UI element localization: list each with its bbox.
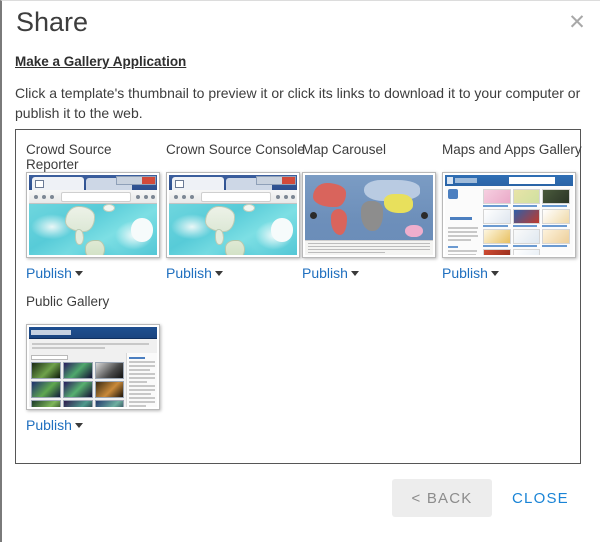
thumbnail-art (305, 175, 433, 255)
apps-gallery-art (445, 175, 573, 255)
chevron-down-icon (351, 271, 359, 276)
world-map-thumbnail[interactable] (302, 172, 436, 258)
publish-dropdown-5[interactable]: Publish (26, 417, 83, 433)
world-map-art (305, 175, 433, 255)
browser-tab-art (172, 177, 224, 190)
back-button[interactable]: < BACK (392, 479, 492, 517)
chevron-down-icon (75, 423, 83, 428)
window-controls-art (256, 176, 296, 185)
carousel-prev-arrow-art (310, 212, 317, 219)
browser-titlebar-art (169, 175, 297, 190)
landsat-grid-art (29, 353, 126, 407)
publish-label: Publish (166, 265, 212, 281)
landsat-subtext-art (29, 339, 157, 353)
browser-toolbar-art (169, 190, 297, 204)
close-x-icon[interactable]: ✕ (564, 9, 590, 35)
thumbnail-art (169, 175, 297, 255)
templates-panel: Crowd Source Reporter (15, 129, 581, 464)
publish-label: Publish (26, 417, 72, 433)
landsat-sidebar-art (126, 353, 157, 407)
publish-label: Publish (302, 265, 348, 281)
close-button[interactable]: CLOSE (512, 479, 569, 517)
share-dialog: Share ✕ Make a Gallery Application Click… (0, 0, 600, 542)
publish-dropdown-3[interactable]: Publish (302, 265, 359, 281)
map-preview-art (169, 204, 297, 255)
browser-map-thumbnail[interactable] (26, 172, 160, 258)
template-title: Maps and Apps Gallery (442, 140, 582, 172)
template-card-grid: Crowd Source Reporter (16, 130, 580, 463)
browser-map-thumbnail[interactable] (166, 172, 300, 258)
template-card-crowd-source-reporter[interactable]: Crowd Source Reporter (26, 140, 166, 283)
template-title: Map Carousel (302, 140, 442, 172)
landsat-gallery-thumbnail[interactable] (26, 324, 160, 410)
intro-instructions: Click a template's thumbnail to preview … (15, 83, 593, 123)
map-preview-art (29, 204, 157, 255)
chevron-down-icon (75, 271, 83, 276)
browser-tab-art (32, 177, 84, 190)
template-card-map-carousel[interactable]: Map Carousel (302, 140, 442, 283)
publish-label: Publish (442, 265, 488, 281)
landsat-header-art (29, 327, 157, 339)
chevron-down-icon (215, 271, 223, 276)
template-card-maps-and-apps-gallery[interactable]: Maps and Apps Gallery (442, 140, 582, 283)
apps-gallery-thumbnail[interactable] (442, 172, 576, 258)
carousel-caption-art (305, 240, 433, 255)
template-card-crown-source-console[interactable]: Crown Source Console (166, 140, 306, 283)
chevron-down-icon (491, 271, 499, 276)
carousel-next-arrow-art (421, 212, 428, 219)
gallery-sidebar-art (445, 186, 483, 255)
thumbnail-art (445, 175, 573, 255)
template-title: Crowd Source Reporter (26, 140, 166, 172)
thumbnail-art (29, 327, 157, 407)
thumbnail-art (29, 175, 157, 255)
template-title: Crown Source Console (166, 140, 306, 172)
template-card-public-gallery[interactable]: Public Gallery (26, 292, 166, 435)
publish-dropdown-2[interactable]: Publish (166, 265, 223, 281)
gallery-thumbnail-grid-art (483, 186, 573, 255)
landsat-gallery-art (29, 327, 157, 407)
publish-dropdown-1[interactable]: Publish (26, 265, 83, 281)
browser-titlebar-art (29, 175, 157, 190)
publish-label: Publish (26, 265, 72, 281)
window-controls-art (116, 176, 156, 185)
publish-dropdown-4[interactable]: Publish (442, 265, 499, 281)
page-title: Share (16, 7, 88, 38)
template-title: Public Gallery (26, 292, 166, 324)
make-gallery-application-link[interactable]: Make a Gallery Application (15, 54, 186, 69)
browser-toolbar-art (29, 190, 157, 204)
gallery-header-art (445, 175, 573, 186)
